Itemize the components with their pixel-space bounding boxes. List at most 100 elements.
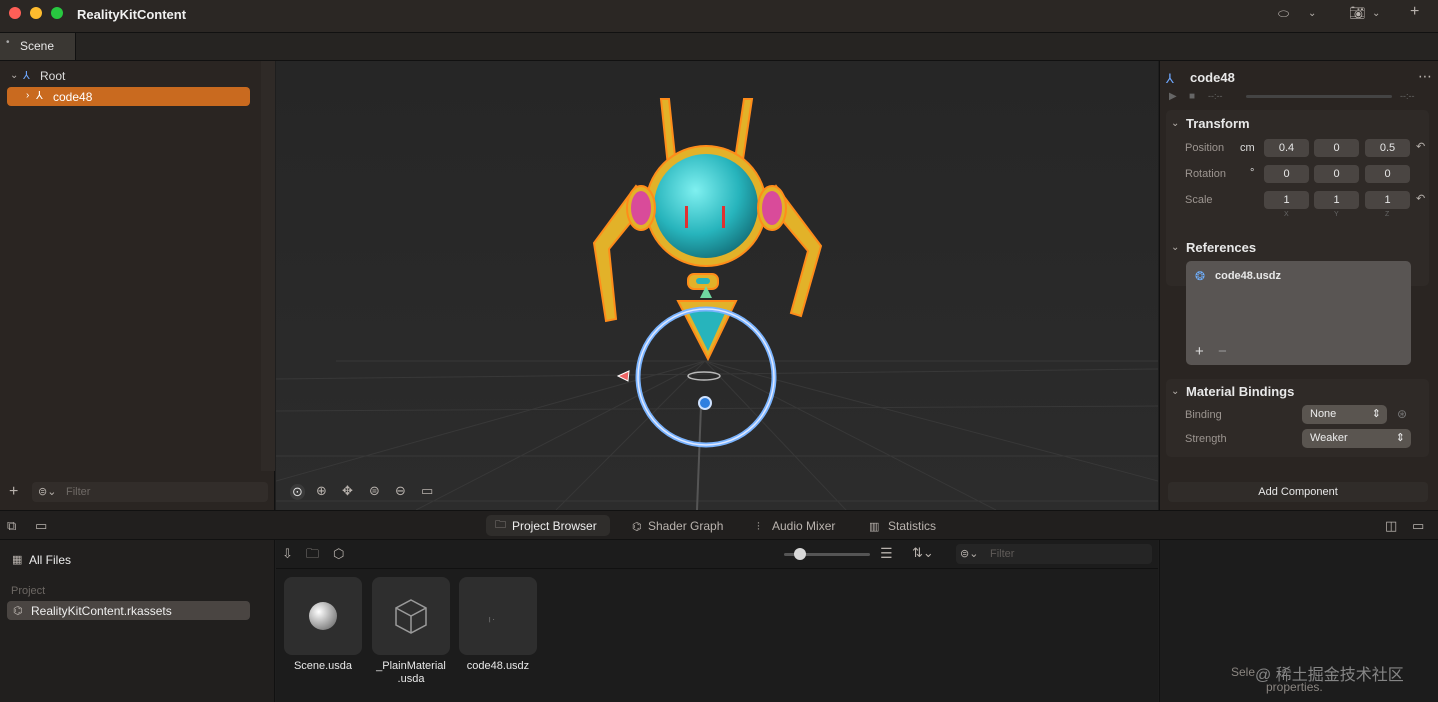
filter-icon[interactable]: ⊜⌄: [960, 547, 978, 561]
material-bindings-title: Material Bindings: [1186, 384, 1295, 399]
window-icon[interactable]: ⧉: [7, 519, 16, 533]
zoom-window-button[interactable]: [51, 7, 63, 19]
strength-popup[interactable]: Weaker ⇕: [1302, 429, 1411, 448]
project-item-label: RealityKitContent.rkassets: [31, 604, 172, 618]
position-z-field[interactable]: 0.5: [1365, 139, 1410, 157]
chevron-down-icon[interactable]: ⌄: [1372, 7, 1380, 21]
project-item-row[interactable]: ⌬ RealityKitContent.rkassets: [7, 601, 250, 620]
add-tab-icon[interactable]: +: [1410, 4, 1419, 20]
add-component-button[interactable]: Add Component: [1168, 482, 1428, 502]
inspector-toggle-icon[interactable]: ◫: [1385, 519, 1397, 533]
timeline-scrubber[interactable]: [1246, 95, 1392, 98]
tab-project-browser-label: Project Browser: [512, 519, 597, 533]
add-entity-icon[interactable]: +: [9, 484, 18, 500]
reset-scale-icon[interactable]: ↶: [1416, 192, 1425, 206]
import-icon[interactable]: ⇩: [282, 547, 293, 561]
rotation-z-field[interactable]: 0: [1365, 165, 1410, 183]
cube-icon: [395, 599, 427, 634]
tab-project-browser[interactable]: 🗀 Project Browser: [486, 515, 610, 536]
axis-y-label: Y: [1334, 211, 1339, 218]
scale-x-field[interactable]: 1: [1264, 191, 1309, 209]
remove-reference-icon[interactable]: −: [1218, 344, 1227, 359]
grid-icon: ▦: [12, 554, 23, 566]
file-thumb-plain-material[interactable]: [372, 577, 450, 655]
strength-value: Weaker: [1310, 432, 1348, 444]
shader-graph-icon[interactable]: ⌬: [632, 520, 642, 534]
entity-name: code48: [1190, 70, 1235, 85]
scene-viewport[interactable]: ⊙ ⊕ ✥ ⊜ ⊖ ▭: [276, 61, 1158, 510]
position-y-field[interactable]: 0: [1314, 139, 1359, 157]
new-folder-icon[interactable]: 🗀: [306, 547, 319, 561]
position-unit[interactable]: cm: [1240, 142, 1255, 154]
binding-popup[interactable]: None ⇕: [1302, 405, 1387, 424]
more-options-icon[interactable]: ⋯: [1418, 69, 1432, 83]
filter-icon[interactable]: ⊜⌄: [38, 485, 56, 499]
audio-mixer-icon[interactable]: ⫶: [757, 520, 760, 534]
disclosure-closed-icon[interactable]: ›: [26, 89, 29, 103]
add-reference-icon[interactable]: +: [1195, 344, 1204, 359]
selection-info-panel: Sele properties. @ 稀土掘金技术社区: [1159, 540, 1438, 702]
disclosure-open-icon[interactable]: ⌄: [1171, 117, 1179, 131]
list-view-icon[interactable]: ☰: [880, 546, 893, 560]
new-asset-icon[interactable]: ⬡: [333, 547, 344, 561]
bottom-panel-toggle-icon[interactable]: ▭: [1412, 519, 1424, 533]
go-to-material-icon[interactable]: ⊛: [1397, 407, 1407, 421]
rotation-unit[interactable]: °: [1250, 167, 1254, 179]
rkassets-icon: ⌬: [13, 605, 23, 617]
vision-pro-icon[interactable]: ⬭: [1278, 7, 1289, 21]
hierarchy-root[interactable]: Root: [40, 69, 65, 83]
timeline-end: --:--: [1400, 91, 1415, 101]
camera-icon[interactable]: 📷︎: [1349, 6, 1366, 20]
reference-file-name[interactable]: code48.usdz: [1215, 270, 1281, 282]
slider-knob[interactable]: [794, 548, 806, 560]
rotation-x-field[interactable]: 0: [1264, 165, 1309, 183]
filter-placeholder: Filter: [66, 486, 91, 498]
globe-icon[interactable]: ⊜: [369, 484, 380, 498]
reset-position-icon[interactable]: ↶: [1416, 140, 1425, 154]
sidebar-toggle-icon[interactable]: ▭: [35, 519, 47, 533]
scrollbar-track[interactable]: [261, 61, 275, 471]
sort-icon[interactable]: ⇅⌄: [912, 546, 934, 560]
stop-icon[interactable]: ■: [1189, 90, 1195, 104]
minimize-window-button[interactable]: [30, 7, 42, 19]
binding-label: Binding: [1185, 409, 1222, 421]
tab-statistics[interactable]: Statistics: [888, 519, 936, 533]
select-tool-icon[interactable]: ⊙: [290, 484, 305, 500]
disclosure-open-icon[interactable]: ⌄: [1171, 385, 1179, 399]
all-files-item[interactable]: All Files: [29, 553, 71, 567]
file-thumb-code48[interactable]: ╷.: [459, 577, 537, 655]
project-sidebar: ▦ All Files Project ⌬ RealityKitContent.…: [0, 540, 275, 702]
viewport-canvas[interactable]: [276, 61, 1158, 510]
play-icon[interactable]: ▶: [1169, 90, 1177, 104]
disclosure-open-icon[interactable]: ⌄: [10, 69, 18, 83]
file-thumb-scene[interactable]: [284, 577, 362, 655]
divider: [276, 568, 1158, 569]
camera-view-icon[interactable]: ▭: [421, 484, 433, 498]
entity-icon: ⅄: [23, 70, 30, 82]
statistics-icon[interactable]: ▥: [869, 520, 879, 534]
window-title: RealityKitContent: [77, 7, 187, 22]
rotation-y-field[interactable]: 0: [1314, 165, 1359, 183]
browser-filter-field[interactable]: ⊜⌄ Filter: [956, 544, 1152, 564]
pan-tool-icon[interactable]: ✥: [342, 484, 353, 498]
usdz-file-icon: ❂: [1195, 269, 1206, 283]
chevron-down-icon[interactable]: ⌄: [1308, 7, 1316, 21]
position-x-field[interactable]: 0.4: [1264, 139, 1309, 157]
hierarchy-row-selected[interactable]: › ⅄ code48: [7, 87, 250, 106]
bottom-panel-tabs: ⧉ ▭ 🗀 Project Browser ⌬ Shader Graph ⫶ A…: [0, 510, 1438, 540]
sphere-icon: [309, 602, 337, 630]
binding-value: None: [1310, 408, 1337, 420]
tab-shader-graph[interactable]: Shader Graph: [648, 519, 723, 533]
disclosure-open-icon[interactable]: ⌄: [1171, 241, 1179, 255]
tab-audio-mixer[interactable]: Audio Mixer: [772, 519, 835, 533]
scale-y-field[interactable]: 1: [1314, 191, 1359, 209]
scale-z-field[interactable]: 1: [1365, 191, 1410, 209]
document-tab-bar: • Scene: [0, 33, 1438, 61]
tab-scene[interactable]: • Scene: [0, 33, 76, 60]
hierarchy-filter-field[interactable]: ⊜⌄ Filter: [32, 482, 268, 502]
orbit-tool-icon[interactable]: ⊕: [316, 484, 327, 498]
zoom-tool-icon[interactable]: ⊖: [395, 484, 406, 498]
references-list: ❂ code48.usdz + −: [1186, 261, 1411, 365]
close-window-button[interactable]: [9, 7, 21, 19]
unsaved-dot-icon: •: [6, 37, 10, 48]
